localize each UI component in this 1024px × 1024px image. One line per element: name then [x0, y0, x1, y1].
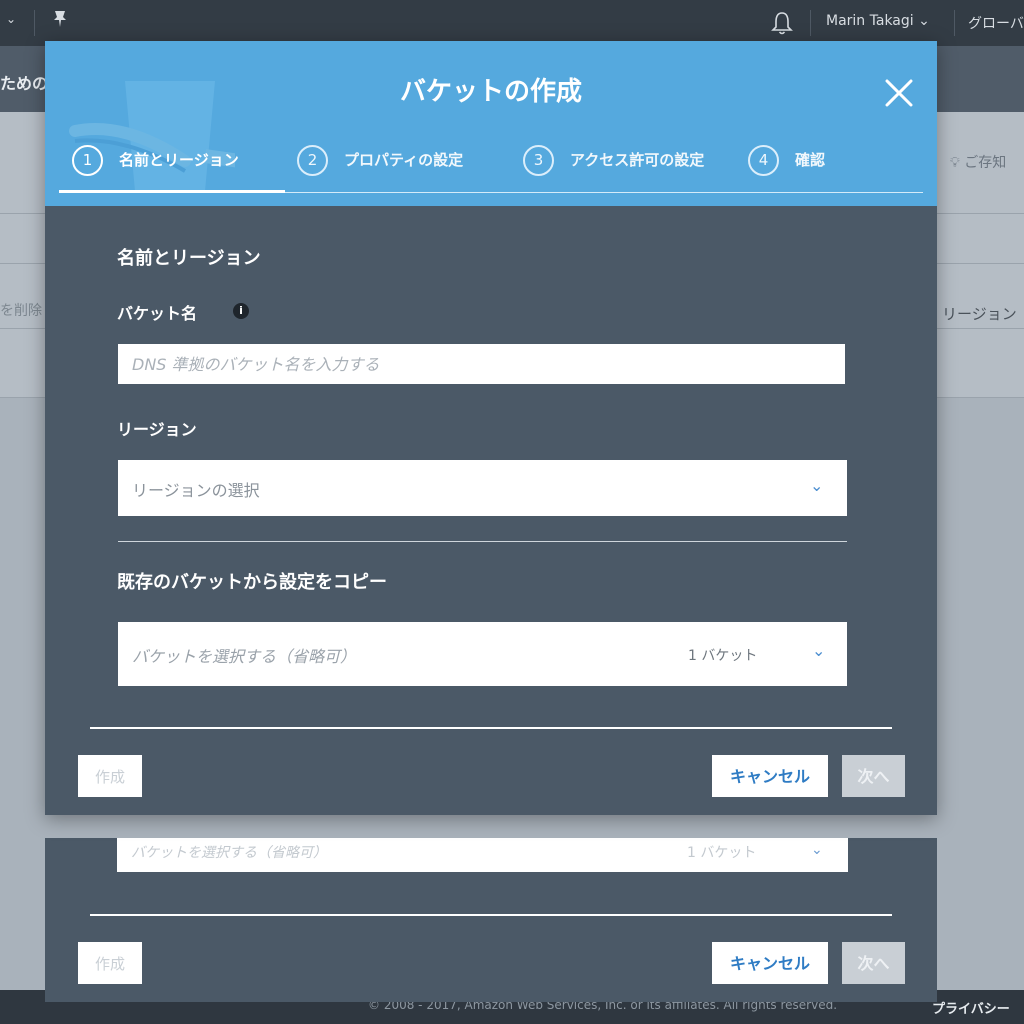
step-review[interactable]: 4 確認 [748, 145, 825, 185]
step-label: プロパティの設定 [344, 151, 464, 169]
step-number: 2 [297, 145, 328, 176]
chevron-down-icon: ⌄ [811, 842, 823, 858]
info-icon[interactable]: i [233, 303, 249, 319]
close-icon[interactable] [879, 73, 919, 113]
divider [118, 541, 847, 542]
hint-link[interactable]: 💡︎ ご存知 [950, 152, 1006, 172]
next-button[interactable]: 次へ [842, 755, 905, 797]
dialog-header: バケットの作成 1 名前とリージョン 2 プロパティの設定 3 アクセス許可の設… [45, 41, 937, 206]
bucket-name-label: バケット名 [117, 304, 198, 323]
active-step-indicator [59, 190, 285, 193]
bucket-name-input[interactable] [118, 344, 845, 384]
divider [810, 10, 811, 36]
create-bucket-dialog: バケットの作成 1 名前とリージョン 2 プロパティの設定 3 アクセス許可の設… [45, 41, 937, 815]
copy-select-placeholder: バケットを選択する（省略可） [132, 647, 357, 666]
divider [954, 10, 955, 36]
step-permissions[interactable]: 3 アクセス許可の設定 [523, 145, 720, 185]
cancel-button[interactable]: キャンセル [712, 755, 828, 797]
cancel-button[interactable]: キャンセル [712, 942, 828, 984]
delete-action[interactable]: を削除 [0, 300, 42, 320]
bell-icon[interactable] [770, 10, 794, 36]
step-label: 名前とリージョン [119, 151, 239, 169]
step-number: 3 [523, 145, 554, 176]
region-menu[interactable]: グローバ [968, 13, 1024, 33]
dialog-title: バケットの作成 [399, 77, 582, 107]
step-number: 4 [748, 145, 779, 176]
copy-bucket-select-duplicate[interactable]: バケットを選択する（省略可） 1 バケット ⌄ [117, 838, 848, 872]
chevron-down-icon[interactable]: ⌄ [6, 12, 16, 26]
privacy-link[interactable]: プライバシー [932, 998, 1010, 1017]
step-number: 1 [72, 145, 103, 176]
copy-settings-title: 既存のバケットから設定をコピー [117, 572, 387, 593]
hint-text: ご存知 [964, 155, 1007, 171]
wizard-steps: 1 名前とリージョン 2 プロパティの設定 3 アクセス許可の設定 4 確認 [45, 141, 937, 197]
create-button[interactable]: 作成 [78, 755, 142, 797]
divider [90, 914, 892, 916]
top-nav-bar: ⌄ Marin Takagi ⌄ グローバ [0, 0, 1024, 46]
region-select[interactable]: リージョンの選択 ⌄ [118, 460, 847, 516]
chevron-down-icon: ⌄ [810, 476, 824, 495]
step-label: 確認 [795, 151, 826, 169]
section-title: 名前とリージョン [117, 248, 261, 269]
divider [34, 10, 35, 36]
step-label: アクセス許可の設定 [570, 151, 705, 169]
chevron-down-icon: ⌄ [812, 641, 826, 660]
lightbulb-icon: 💡︎ [950, 155, 960, 171]
create-button[interactable]: 作成 [78, 942, 142, 984]
dialog-body: 名前とリージョン バケット名 i リージョン リージョンの選択 ⌄ 既存のバケッ… [45, 206, 937, 815]
pin-icon[interactable] [52, 10, 68, 33]
region-column-header: リージョン [942, 305, 1017, 323]
copy-select-placeholder: バケットを選択する（省略可） [131, 845, 327, 861]
next-button[interactable]: 次へ [842, 942, 905, 984]
step-properties[interactable]: 2 プロパティの設定 [297, 145, 463, 185]
copy-count: 1 バケット [687, 845, 757, 861]
region-label: リージョン [117, 420, 197, 439]
region-select-value: リージョンの選択 [132, 481, 260, 500]
copy-bucket-select[interactable]: バケットを選択する（省略可） 1 バケット ⌄ [118, 622, 847, 686]
step-name-region[interactable]: 1 名前とリージョン [72, 145, 239, 185]
copy-count: 1 バケット [688, 648, 758, 664]
user-menu[interactable]: Marin Takagi ⌄ [826, 13, 930, 29]
divider [90, 727, 892, 729]
duplicate-dialog-fragment: バケットを選択する（省略可） 1 バケット ⌄ 作成 キャンセル 次へ [45, 838, 937, 1002]
